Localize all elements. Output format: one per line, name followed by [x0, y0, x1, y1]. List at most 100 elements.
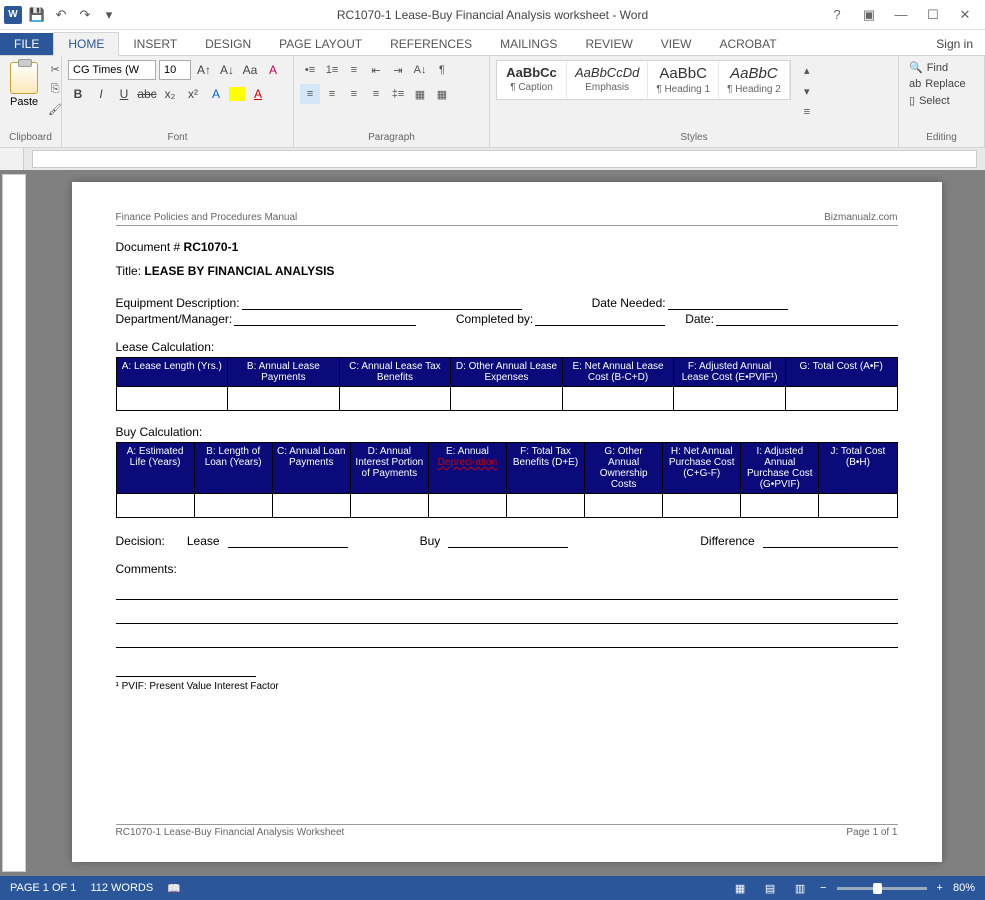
subscript-button[interactable]: x₂ — [160, 84, 180, 104]
style-heading2[interactable]: AaBbC¶ Heading 2 — [719, 61, 790, 99]
proofing-icon[interactable]: 📖 — [167, 882, 181, 895]
group-label-font: Font — [68, 132, 287, 145]
tab-insert[interactable]: INSERT — [119, 33, 191, 55]
page-header-left: Finance Policies and Procedures Manual — [116, 212, 298, 223]
find-button[interactable]: 🔍Find — [905, 60, 978, 75]
label-equipment: Equipment Description: — [116, 296, 240, 310]
tab-home[interactable]: HOME — [53, 32, 119, 56]
superscript-button[interactable]: x² — [183, 84, 203, 104]
help-icon[interactable]: ? — [825, 5, 849, 25]
styles-scroll-up-icon[interactable]: ▴ — [797, 60, 817, 80]
decrease-indent-icon[interactable]: ⇤ — [366, 60, 386, 80]
comments-label: Comments: — [116, 562, 898, 576]
footnote: ¹ PVIF: Present Value Interest Factor — [116, 681, 898, 692]
page-footer-right: Page 1 of 1 — [846, 827, 897, 838]
tab-file[interactable]: FILE — [0, 33, 53, 55]
sort-icon[interactable]: A↓ — [410, 60, 430, 80]
sign-in-link[interactable]: Sign in — [924, 33, 985, 55]
italic-button[interactable]: I — [91, 84, 111, 104]
doc-title: Title: LEASE BY FINANCIAL ANALYSIS — [116, 264, 898, 278]
page[interactable]: Finance Policies and Procedures Manual B… — [72, 182, 942, 862]
minimize-icon[interactable]: — — [889, 5, 913, 25]
select-button[interactable]: ▯Select — [905, 93, 978, 108]
page-header-right: Bizmanualz.com — [824, 212, 897, 223]
justify-icon[interactable]: ≡ — [366, 84, 386, 104]
font-color-icon[interactable]: A — [248, 84, 268, 104]
lease-calc-label: Lease Calculation: — [116, 340, 898, 354]
strikethrough-button[interactable]: abc — [137, 84, 157, 104]
shading-icon[interactable]: ▦ — [410, 84, 430, 104]
show-marks-icon[interactable]: ¶ — [432, 60, 452, 80]
tab-mailings[interactable]: MAILINGS — [486, 33, 571, 55]
undo-icon[interactable]: ↶ — [52, 6, 70, 24]
line-spacing-icon[interactable]: ‡≡ — [388, 84, 408, 104]
close-icon[interactable]: ✕ — [953, 5, 977, 25]
zoom-out-button[interactable]: − — [820, 882, 826, 894]
zoom-level[interactable]: 80% — [953, 882, 975, 894]
align-right-icon[interactable]: ≡ — [344, 84, 364, 104]
styles-scroll-down-icon[interactable]: ▾ — [797, 81, 817, 101]
ribbon-tabs: FILE HOME INSERT DESIGN PAGE LAYOUT REFE… — [0, 30, 985, 56]
tab-references[interactable]: REFERENCES — [376, 33, 486, 55]
group-label-clipboard: Clipboard — [6, 132, 55, 145]
styles-more-icon[interactable]: ≡ — [797, 102, 817, 122]
doc-number: Document # RC1070-1 — [116, 240, 898, 254]
qat-customize-icon[interactable]: ▾ — [100, 6, 118, 24]
highlight-icon[interactable] — [229, 87, 245, 101]
zoom-in-button[interactable]: + — [937, 882, 943, 894]
align-left-icon[interactable]: ≡ — [300, 84, 320, 104]
save-icon[interactable]: 💾 — [28, 6, 46, 24]
group-label-editing: Editing — [905, 132, 978, 145]
decision-row: Decision: Lease Buy Difference — [116, 534, 898, 548]
tab-view[interactable]: VIEW — [647, 33, 706, 55]
bullets-icon[interactable]: •≡ — [300, 60, 320, 80]
tab-design[interactable]: DESIGN — [191, 33, 265, 55]
label-date: Date: — [685, 312, 714, 326]
ribbon-options-icon[interactable]: ▣ — [857, 5, 881, 25]
status-page[interactable]: PAGE 1 OF 1 — [10, 882, 76, 895]
style-emphasis[interactable]: AaBbCcDdEmphasis — [567, 61, 648, 99]
label-completed: Completed by: — [456, 312, 533, 326]
document-canvas[interactable]: Finance Policies and Procedures Manual B… — [28, 170, 985, 876]
group-label-styles: Styles — [496, 132, 892, 145]
grow-font-icon[interactable]: A↑ — [194, 60, 214, 80]
page-footer-left: RC1070-1 Lease-Buy Financial Analysis Wo… — [116, 827, 345, 838]
replace-button[interactable]: abReplace — [905, 77, 978, 91]
group-label-paragraph: Paragraph — [300, 132, 483, 145]
shrink-font-icon[interactable]: A↓ — [217, 60, 237, 80]
borders-icon[interactable]: ▦ — [432, 84, 452, 104]
label-department: Department/Manager: — [116, 312, 233, 326]
bold-button[interactable]: B — [68, 84, 88, 104]
underline-button[interactable]: U — [114, 84, 134, 104]
tab-pagelayout[interactable]: PAGE LAYOUT — [265, 33, 376, 55]
redo-icon[interactable]: ↷ — [76, 6, 94, 24]
tab-acrobat[interactable]: ACROBAT — [705, 33, 790, 55]
ruler-horizontal[interactable] — [0, 148, 985, 170]
tab-review[interactable]: REVIEW — [571, 33, 646, 55]
maximize-icon[interactable]: ☐ — [921, 5, 945, 25]
zoom-slider[interactable] — [837, 887, 927, 890]
style-caption[interactable]: AaBbCc¶ Caption — [497, 61, 567, 99]
label-date-needed: Date Needed: — [592, 296, 666, 310]
numbering-icon[interactable]: 1≡ — [322, 60, 342, 80]
style-heading1[interactable]: AaBbC¶ Heading 1 — [648, 61, 719, 99]
change-case-icon[interactable]: Aa — [240, 60, 260, 80]
text-effects-icon[interactable]: A — [206, 84, 226, 104]
clipboard-icon — [10, 62, 38, 94]
read-mode-icon[interactable]: ▦ — [730, 880, 750, 896]
status-words[interactable]: 112 WORDS — [90, 882, 153, 895]
multilevel-icon[interactable]: ≡ — [344, 60, 364, 80]
clear-format-icon[interactable]: A — [263, 60, 283, 80]
paste-button[interactable]: Paste — [6, 60, 42, 132]
status-bar: PAGE 1 OF 1 112 WORDS 📖 ▦ ▤ ▥ − + 80% — [0, 876, 985, 900]
ruler-vertical[interactable] — [2, 174, 26, 872]
font-name-combo[interactable]: CG Times (W — [68, 60, 156, 80]
buy-calc-label: Buy Calculation: — [116, 425, 898, 439]
styles-gallery[interactable]: AaBbCc¶ Caption AaBbCcDdEmphasis AaBbC¶ … — [496, 60, 791, 100]
web-layout-icon[interactable]: ▥ — [790, 880, 810, 896]
font-size-combo[interactable]: 10 — [159, 60, 191, 80]
print-layout-icon[interactable]: ▤ — [760, 880, 780, 896]
align-center-icon[interactable]: ≡ — [322, 84, 342, 104]
increase-indent-icon[interactable]: ⇥ — [388, 60, 408, 80]
lease-table: A: Lease Length (Yrs.)B: Annual Lease Pa… — [116, 357, 898, 411]
